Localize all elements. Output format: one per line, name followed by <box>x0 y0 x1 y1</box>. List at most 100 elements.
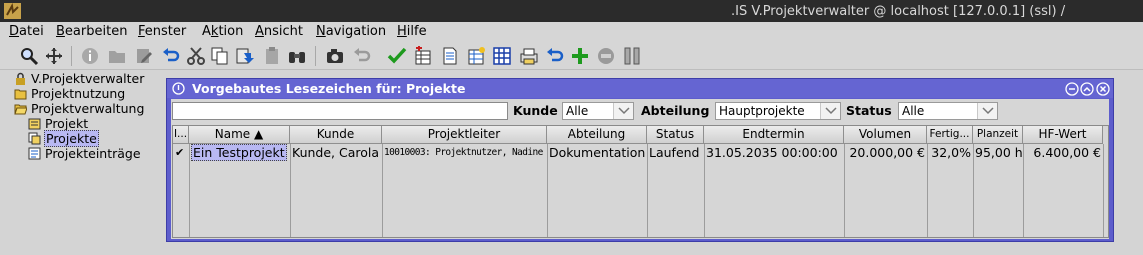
column-divider <box>189 144 190 237</box>
cell-fertig[interactable]: 32,0% <box>928 144 973 162</box>
column-header-icon[interactable]: I... <box>173 126 189 144</box>
panel-titlebar[interactable]: Vorgebautes Lesezeichen für: Projekte <box>167 79 1113 98</box>
folder-open-icon <box>14 102 27 115</box>
window-titlebar: .IS V.Projektverwalter @ localhost [127.… <box>0 0 1143 22</box>
table-row[interactable]: ✔ Ein Testprojekt Kunde, Carola 10010003… <box>173 144 1108 162</box>
document-icon[interactable] <box>440 46 460 66</box>
close-icon[interactable] <box>1096 82 1110 96</box>
cell-volumen[interactable]: 20.000,00 € <box>845 144 927 162</box>
tree-item-label: V.Projektverwalter <box>31 71 145 86</box>
grid-icon[interactable] <box>492 46 512 66</box>
move-tool-icon[interactable] <box>44 46 64 66</box>
menu-label: avigation <box>325 24 387 39</box>
columns-icon[interactable] <box>622 46 642 66</box>
menu-mnemonic: N <box>316 24 326 39</box>
menu-navigation[interactable]: Navigation <box>316 24 386 39</box>
column-divider <box>844 144 845 237</box>
column-header-planzeit[interactable]: Planzeit <box>973 126 1023 144</box>
column-header-volumen[interactable]: Volumen <box>844 126 927 144</box>
table-header: I... Name ▲ Kunde Projektleiter Abteilun… <box>173 126 1108 144</box>
minimize-icon[interactable] <box>1065 82 1079 96</box>
column-header-endtermin[interactable]: Endtermin <box>704 126 844 144</box>
tree-item-label: Projektnutzung <box>31 86 126 101</box>
lock-icon <box>14 72 27 85</box>
undo-icon[interactable] <box>161 46 181 66</box>
info-icon[interactable] <box>80 46 100 66</box>
bookmark-panel: Vorgebautes Lesezeichen für: Projekte Ku… <box>166 78 1114 242</box>
menu-datei[interactable]: Datei <box>9 24 44 39</box>
check-icon[interactable] <box>387 46 407 66</box>
app-logo-icon <box>4 3 21 19</box>
chevron-down-icon[interactable] <box>977 103 997 119</box>
folder-icon[interactable] <box>107 46 127 66</box>
add-icon[interactable] <box>570 46 590 66</box>
menu-mnemonic: A <box>255 24 264 39</box>
menu-bearbeiten[interactable]: Bearbeiten <box>56 24 127 39</box>
table-new-icon[interactable] <box>466 46 486 66</box>
column-header-name[interactable]: Name ▲ <box>189 126 290 144</box>
column-header-fertig[interactable]: Fertig... <box>927 126 973 144</box>
kunde-label: Kunde <box>513 103 558 118</box>
cut-icon[interactable] <box>186 46 206 66</box>
panel-title: Vorgebautes Lesezeichen für: Projekte <box>192 81 466 96</box>
tree-item-label: Projekteinträge <box>45 146 141 161</box>
menu-fenster[interactable]: Fenster <box>138 24 186 39</box>
abteilung-select[interactable]: Hauptprojekte <box>715 102 841 120</box>
paste-icon[interactable] <box>234 46 254 66</box>
binoculars-icon[interactable] <box>287 46 307 66</box>
row-check-icon: ✔ <box>175 146 185 159</box>
menu-mnemonic: D <box>9 24 20 39</box>
status-select[interactable]: Alle <box>898 102 998 120</box>
panel-body: Kunde Alle Abteilung Hauptprojekte Statu… <box>171 99 1109 239</box>
column-divider <box>1023 144 1024 237</box>
panel-menu-icon[interactable] <box>172 82 185 95</box>
clipboard-icon[interactable] <box>262 46 282 66</box>
column-header-status[interactable]: Status <box>647 126 704 144</box>
cell-status[interactable]: Laufend <box>648 144 704 162</box>
stop-icon[interactable] <box>596 46 616 66</box>
project-icon <box>28 117 41 130</box>
menu-mnemonic: F <box>138 24 145 39</box>
window-title: .IS V.Projektverwalter @ localhost [127.… <box>731 4 1066 19</box>
column-header-hfwert[interactable]: HF-Wert <box>1023 126 1103 144</box>
print-icon[interactable] <box>519 46 539 66</box>
menu-label: nsicht <box>263 24 304 39</box>
tree-item-label: Projektverwaltung <box>31 101 145 116</box>
menu-hilfe[interactable]: Hilfe <box>397 24 427 39</box>
column-divider <box>704 144 705 237</box>
cell-hfwert[interactable]: 6.400,00 € <box>1024 144 1103 162</box>
cell-endtermin[interactable]: 31.05.2035 00:00:00 <box>705 144 844 162</box>
copy-icon[interactable] <box>210 46 230 66</box>
edit-icon[interactable] <box>134 46 154 66</box>
column-divider <box>547 144 548 237</box>
search-input[interactable] <box>172 102 508 120</box>
menu-label: earbeiten <box>64 24 128 39</box>
column-header-projektleiter[interactable]: Projektleiter <box>382 126 547 144</box>
cell-planzeit[interactable]: 95,00 h <box>974 144 1023 162</box>
undo-gray-icon[interactable] <box>352 46 372 66</box>
cell-name[interactable]: Ein Testprojekt <box>190 144 290 162</box>
column-divider <box>1103 144 1104 237</box>
kunde-select-value: Alle <box>566 104 589 118</box>
camera-icon[interactable] <box>325 46 345 66</box>
column-header-kunde[interactable]: Kunde <box>290 126 382 144</box>
column-divider <box>973 144 974 237</box>
chevron-down-icon[interactable] <box>613 103 633 119</box>
cell-projektleiter[interactable]: 10010003: Projektnutzer, Nadine <box>383 144 547 162</box>
kunde-select[interactable]: Alle <box>562 102 634 120</box>
menu-ansicht[interactable]: Ansicht <box>255 24 303 39</box>
menu-aktion[interactable]: Aktion <box>202 24 243 39</box>
table-add-icon[interactable] <box>413 46 433 66</box>
cell-kunde[interactable]: Kunde, Carola <box>291 144 382 162</box>
column-header-abteilung[interactable]: Abteilung <box>547 126 647 144</box>
maximize-icon[interactable] <box>1080 82 1094 96</box>
undo-blue-icon[interactable] <box>545 46 565 66</box>
navigation-tree: V.Projektverwalter Projektnutzung Projek… <box>0 70 166 255</box>
cell-abteilung[interactable]: Dokumentation <box>548 144 647 162</box>
search-person-icon[interactable] <box>19 46 39 66</box>
folder-icon <box>14 87 27 100</box>
chevron-down-icon[interactable] <box>820 103 840 119</box>
abteilung-select-value: Hauptprojekte <box>719 104 805 118</box>
menu-label: tion <box>218 24 244 39</box>
menu-label: atei <box>19 24 44 39</box>
